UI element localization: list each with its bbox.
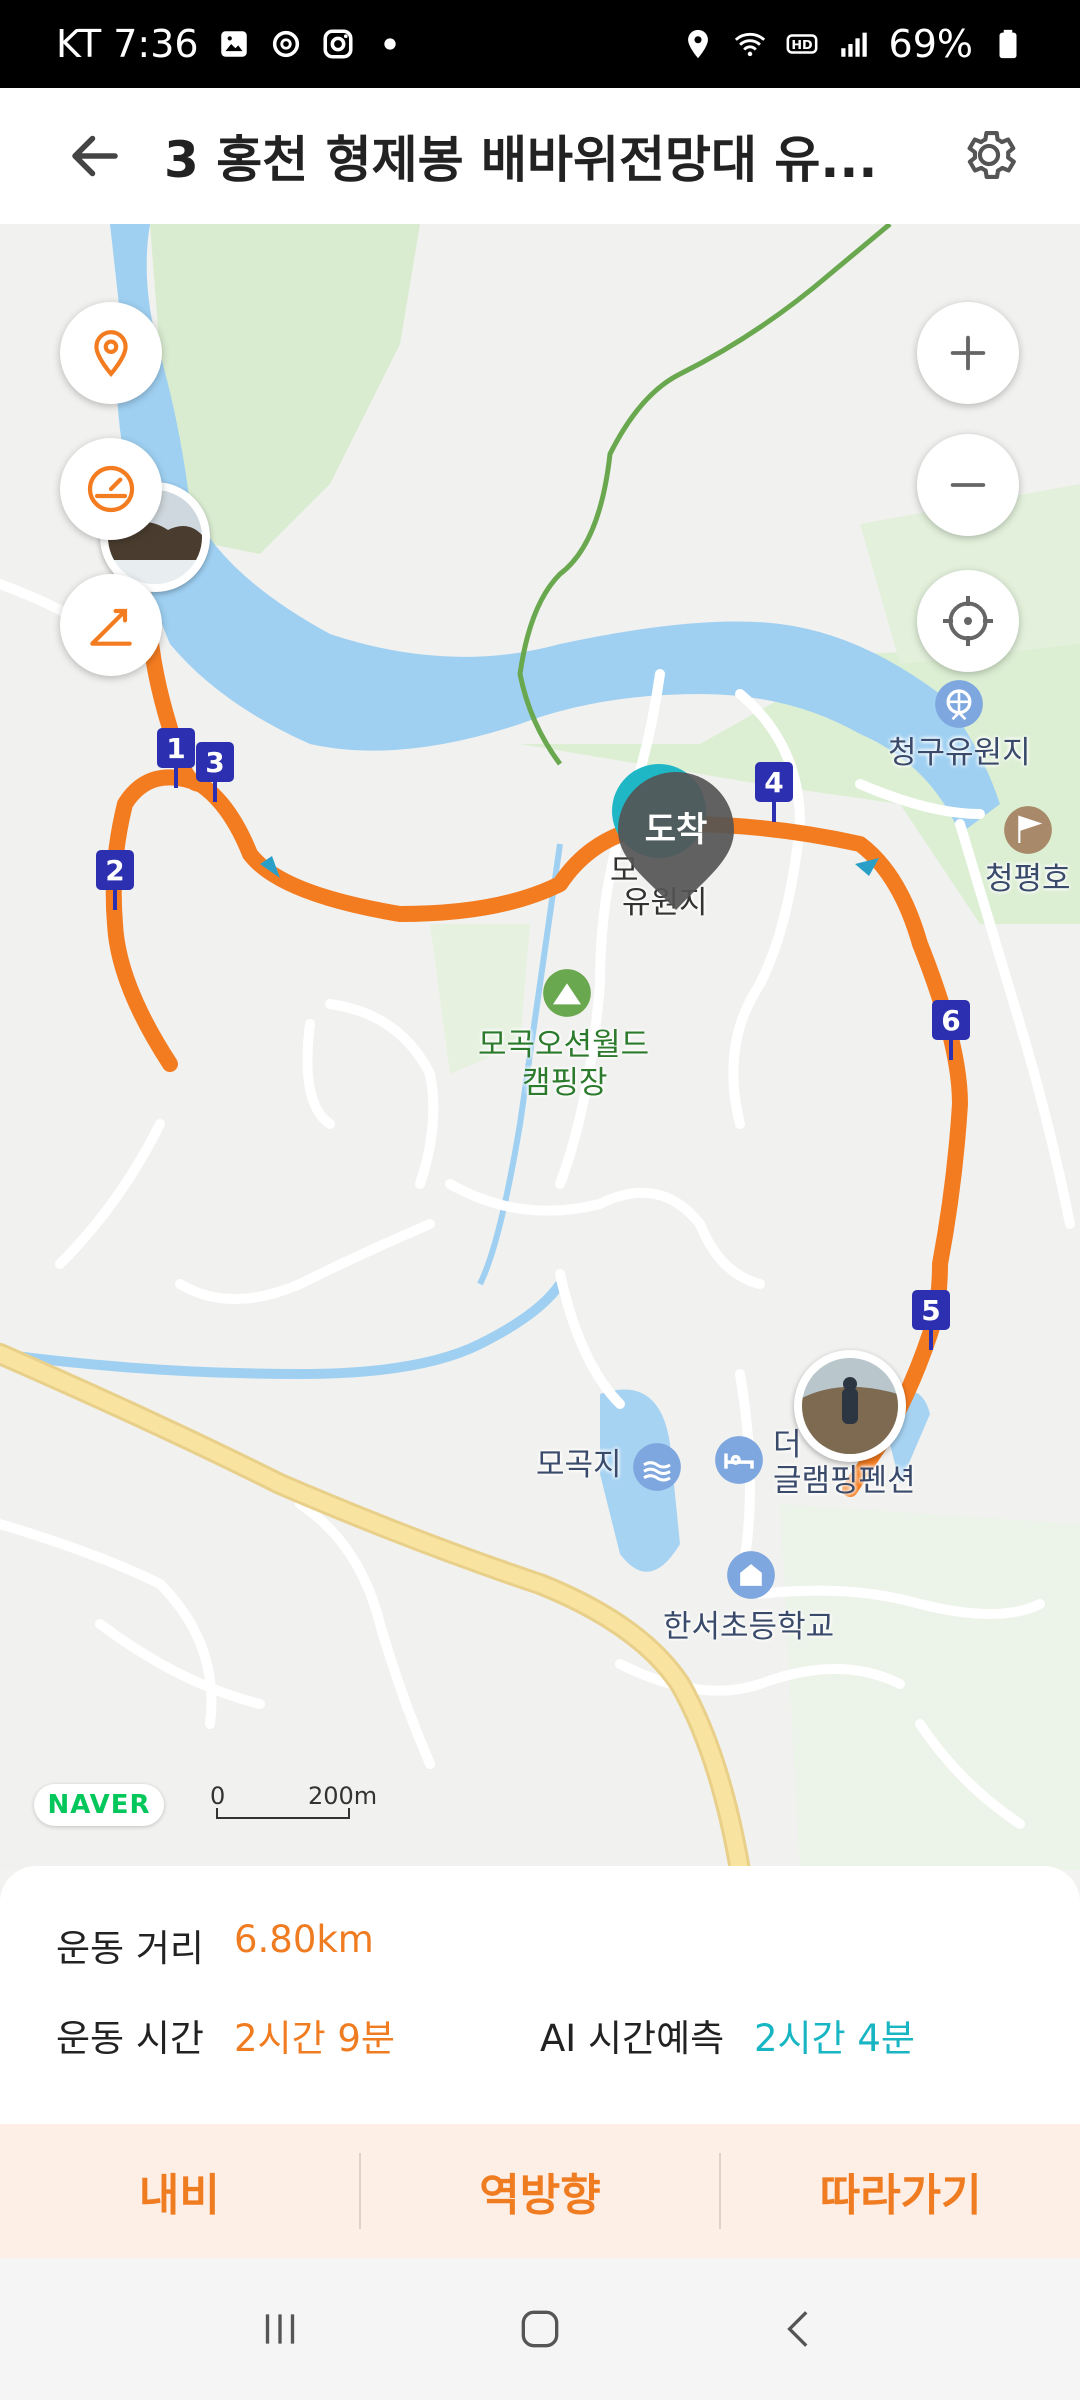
my-location-pin-button[interactable] bbox=[60, 302, 162, 404]
wifi-icon bbox=[734, 32, 765, 57]
zoom-in-button[interactable] bbox=[917, 302, 1019, 404]
navi-button[interactable]: 내비 bbox=[0, 2159, 359, 2223]
route-marker-6[interactable]: 6 bbox=[932, 1000, 970, 1060]
signal-icon bbox=[840, 32, 867, 57]
lake-icon[interactable] bbox=[631, 1441, 683, 1493]
zoom-out-button[interactable] bbox=[917, 434, 1019, 536]
label-mogokji: 모곡지 bbox=[536, 1447, 622, 1483]
route-marker-4[interactable]: 4 bbox=[755, 762, 793, 822]
time-value: 2시간 9분 bbox=[234, 2017, 395, 2060]
lodging-icon[interactable] bbox=[713, 1434, 765, 1486]
route-marker-3[interactable]: 3 bbox=[196, 742, 234, 802]
crosshair-icon bbox=[943, 596, 993, 646]
distance-label: 운동 거리 bbox=[56, 1927, 204, 1970]
slope-icon bbox=[90, 608, 132, 646]
chevron-left-icon bbox=[787, 2311, 808, 2347]
location-pin-icon bbox=[94, 330, 128, 377]
gallery-icon bbox=[220, 31, 247, 57]
recent-apps-icon bbox=[265, 2314, 295, 2344]
ai-time-label: AI 시간예측 bbox=[540, 2017, 725, 2060]
map-view[interactable]: 청구유원지 청평호 모 유원지 모곡오션월드 캠핑장 모곡지 더 글램핑펜션 한… bbox=[0, 224, 1080, 1870]
label-campground-line2: 캠핑장 bbox=[522, 1065, 608, 1101]
label-glamping-line2: 글램핑펜션 bbox=[773, 1463, 916, 1499]
plus-icon bbox=[950, 335, 986, 371]
photo-pin-end[interactable] bbox=[794, 1350, 906, 1462]
battery-percent: 69% bbox=[888, 22, 973, 66]
battery-icon bbox=[999, 29, 1017, 59]
route-marker-1[interactable]: 1 bbox=[157, 728, 195, 788]
speed-button[interactable] bbox=[60, 438, 162, 540]
label-school: 한서초등학교 bbox=[663, 1609, 835, 1645]
action-bar: 내비 역방향 따라가기 bbox=[0, 2124, 1080, 2258]
distance-value: 6.80km bbox=[234, 1918, 374, 1961]
status-carrier-time: KT 7:36 bbox=[56, 22, 199, 66]
reverse-button[interactable]: 역방향 bbox=[361, 2159, 720, 2223]
back-button[interactable] bbox=[50, 111, 140, 201]
home-icon bbox=[521, 2310, 559, 2348]
instagram-icon bbox=[323, 29, 353, 59]
amusement-park-icon[interactable] bbox=[933, 678, 985, 730]
label-cheongpyeong: 청평호 bbox=[985, 861, 1071, 897]
page-title: 3 홍천 형제봉 배바위전망대 유... bbox=[164, 131, 878, 189]
system-nav-bar bbox=[0, 2258, 1080, 2400]
recent-apps-button[interactable] bbox=[240, 2289, 320, 2369]
dot-icon bbox=[383, 38, 396, 50]
photo-thumbnail bbox=[802, 1358, 898, 1454]
speedometer-icon bbox=[87, 465, 135, 513]
hd-icon: HD bbox=[786, 34, 817, 54]
gear-icon bbox=[967, 130, 1016, 180]
arrival-label: 도착 bbox=[644, 810, 708, 850]
minus-icon bbox=[950, 483, 986, 487]
naver-logo: NAVER bbox=[34, 1784, 164, 1826]
scale-line bbox=[216, 1808, 350, 1819]
arrow-left-icon bbox=[72, 135, 118, 177]
label-glamping-line1: 더 bbox=[773, 1427, 802, 1463]
threads-icon bbox=[272, 30, 299, 58]
ai-time-value: 2시간 4분 bbox=[754, 2017, 915, 2060]
label-campground-line1: 모곡오션월드 bbox=[478, 1027, 650, 1063]
campground-icon[interactable] bbox=[541, 967, 593, 1019]
settings-button[interactable] bbox=[944, 110, 1034, 200]
school-icon[interactable] bbox=[725, 1549, 777, 1601]
label-chunggu: 청구유원지 bbox=[888, 735, 1031, 771]
svg-text:HD: HD bbox=[791, 38, 812, 53]
location-icon bbox=[687, 29, 708, 59]
back-nav-button[interactable] bbox=[760, 2289, 840, 2369]
arrival-pin[interactable]: 도착 bbox=[618, 772, 734, 910]
follow-button[interactable]: 따라가기 bbox=[721, 2159, 1080, 2223]
spacer bbox=[712, 1652, 713, 1653]
route-marker-2[interactable]: 2 bbox=[96, 850, 134, 910]
home-button[interactable] bbox=[500, 2289, 580, 2369]
status-bar: KT 7:36 HD 69% bbox=[0, 0, 1080, 88]
stats-panel: 운동 거리 6.80km 운동 시간 2시간 9분 AI 시간예측 2시간 4분 bbox=[0, 1866, 1080, 2124]
elevation-button[interactable] bbox=[60, 574, 162, 676]
route-marker-5[interactable]: 5 bbox=[912, 1290, 950, 1350]
flag-icon[interactable] bbox=[1002, 804, 1054, 856]
header: 3 홍천 형제봉 배바위전망대 유... bbox=[0, 88, 1080, 224]
time-label: 운동 시간 bbox=[56, 2017, 204, 2060]
recenter-button[interactable] bbox=[917, 570, 1019, 672]
